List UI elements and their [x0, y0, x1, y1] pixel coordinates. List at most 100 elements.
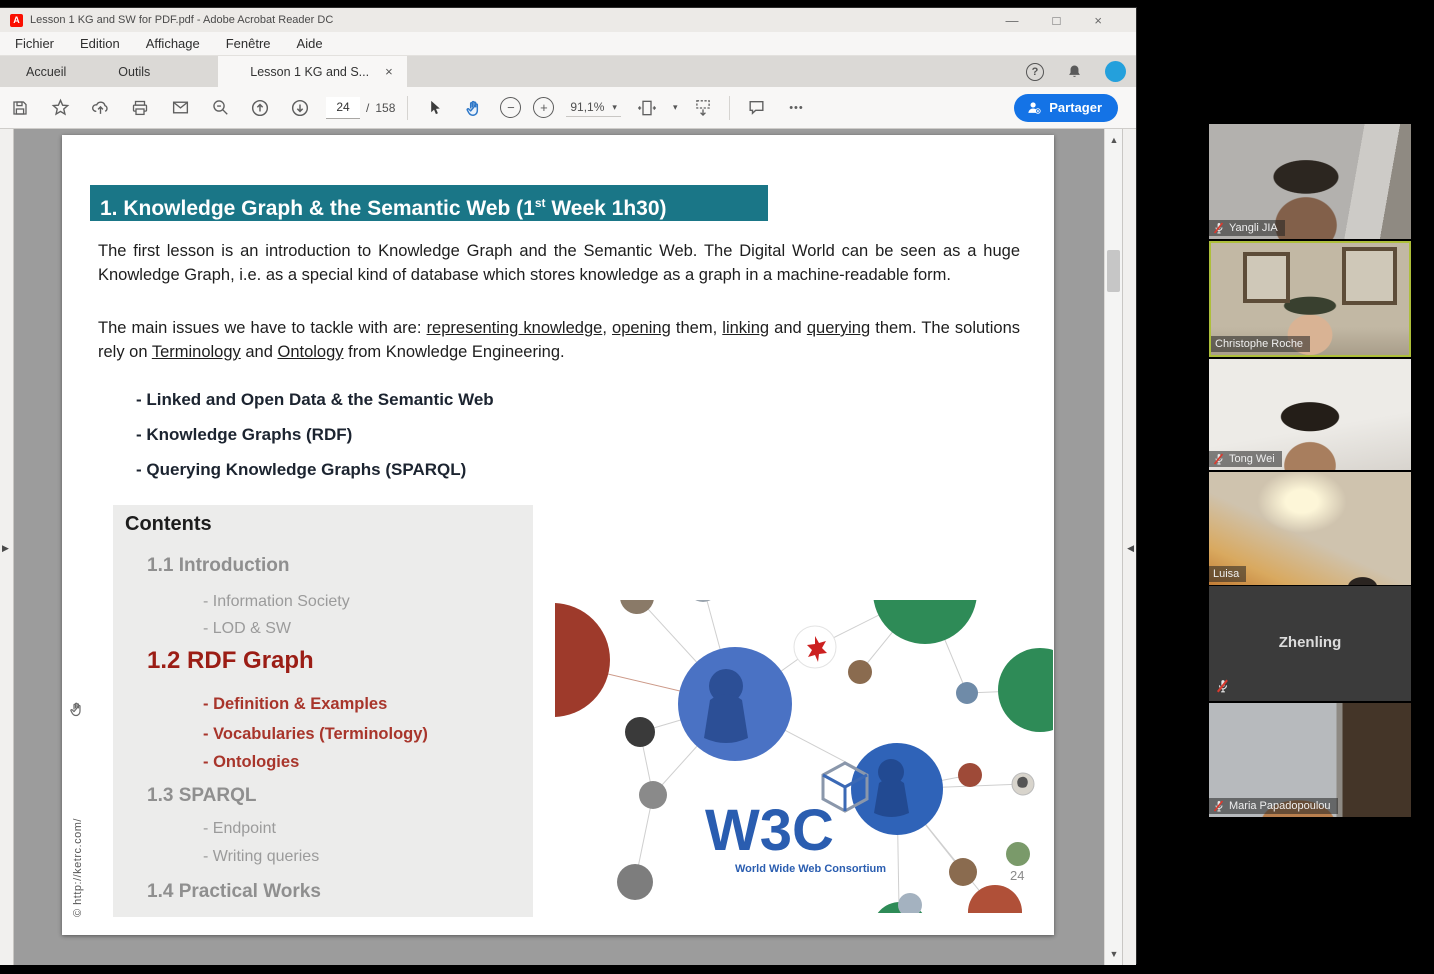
participant-name-label: Tong Wei	[1209, 451, 1282, 467]
copyright-note: © http://ketrc.com/	[72, 818, 84, 917]
chevron-down-icon: ▾	[612, 102, 617, 113]
zoom-level-control[interactable]: 91,1% ▾	[566, 98, 621, 117]
tab-document[interactable]: Lesson 1 KG and S... ×	[218, 56, 406, 87]
zoom-in-icon[interactable]: +	[533, 97, 554, 118]
toolbar-separator	[729, 96, 730, 120]
participant-name: Maria Papadopoulou	[1229, 800, 1331, 812]
w3c-tagline: World Wide Web Consortium	[735, 863, 886, 875]
shared-screen: A Lesson 1 KG and SW for PDF.pdf - Adobe…	[0, 0, 1434, 974]
mic-muted-icon	[1216, 679, 1230, 693]
contents-section-heading: 1.3 SPARQL	[147, 785, 256, 807]
contents-panel: Contents 1.1 Introduction - Information …	[113, 505, 533, 917]
expand-panel-icon[interactable]: ▶	[2, 543, 9, 554]
more-tools-icon[interactable]: •••	[782, 94, 810, 122]
bullet-item: - Linked and Open Data & the Semantic We…	[136, 382, 494, 417]
tab-close-icon[interactable]: ×	[385, 64, 393, 79]
participant-name: Christophe Roche	[1215, 338, 1303, 350]
participant-tile[interactable]: Luisa	[1209, 472, 1411, 585]
tab-outils[interactable]: Outils	[92, 56, 176, 87]
chevron-down-icon[interactable]: ▾	[673, 102, 678, 113]
vertical-scrollbar[interactable]: ▲ ▼	[1104, 129, 1123, 965]
fit-width-icon[interactable]	[633, 94, 661, 122]
email-icon[interactable]	[166, 94, 194, 122]
participant-name: Tong Wei	[1229, 453, 1275, 465]
picture-frame	[1243, 252, 1291, 303]
menu-affichage[interactable]: Affichage	[146, 36, 200, 51]
topic-bullets: - Linked and Open Data & the Semantic We…	[136, 382, 494, 487]
picture-frame	[1342, 247, 1398, 304]
scrollbar-thumb[interactable]	[1107, 250, 1120, 292]
contents-title: Contents	[125, 513, 212, 536]
title-bar: A Lesson 1 KG and SW for PDF.pdf - Adobe…	[0, 8, 1136, 32]
contents-section-heading: 1.1 Introduction	[147, 555, 290, 577]
menu-bar: Fichier Edition Affichage Fenêtre Aide	[0, 32, 1136, 56]
issues-paragraph: The main issues we have to tackle with a…	[98, 317, 1020, 364]
account-avatar[interactable]	[1105, 61, 1126, 82]
acrobat-window: A Lesson 1 KG and SW for PDF.pdf - Adobe…	[0, 8, 1136, 963]
mic-muted-icon	[1213, 453, 1225, 465]
previous-page-icon[interactable]	[246, 94, 274, 122]
maximize-button[interactable]: □	[1053, 13, 1061, 28]
page-divider: /	[366, 101, 369, 115]
zoom-out-icon[interactable]: −	[500, 97, 521, 118]
hand-cursor-icon	[68, 700, 86, 718]
zoom-level-value: 91,1%	[570, 100, 604, 114]
bell-icon[interactable]	[1066, 63, 1083, 80]
close-button[interactable]: ×	[1094, 13, 1102, 28]
mic-muted-icon	[1213, 222, 1225, 234]
contents-item: - Information Society	[203, 593, 350, 611]
participant-tile-active-speaker[interactable]: Christophe Roche	[1209, 241, 1411, 357]
slide-title-text: 1. Knowledge Graph & the Semantic Web (1	[100, 197, 535, 220]
contents-item: - Endpoint	[203, 820, 276, 838]
tab-document-label: Lesson 1 KG and S...	[250, 65, 369, 79]
save-icon[interactable]	[6, 94, 34, 122]
participant-name: Luisa	[1213, 568, 1239, 580]
pdf-page: 1. Knowledge Graph & the Semantic Web (1…	[62, 135, 1054, 935]
help-icon[interactable]: ?	[1026, 63, 1044, 81]
scroll-down-icon[interactable]: ▼	[1105, 949, 1123, 959]
bullet-item: - Querying Knowledge Graphs (SPARQL)	[136, 452, 494, 487]
tab-accueil[interactable]: Accueil	[0, 56, 92, 87]
page-scrolling-icon[interactable]	[689, 94, 717, 122]
participant-tile-video-off[interactable]: Zhenling	[1209, 586, 1411, 701]
toolbar: / 158 − + 91,1% ▾ ▾	[0, 87, 1136, 129]
cloud-upload-icon[interactable]	[86, 94, 114, 122]
acrobat-app-icon: A	[10, 14, 23, 27]
slide-title-sup: st	[535, 196, 546, 210]
participant-tile[interactable]: Tong Wei	[1209, 359, 1411, 470]
participant-name-label: Luisa	[1209, 566, 1246, 582]
contents-item: - Ontologies	[203, 753, 299, 772]
comment-icon[interactable]	[742, 94, 770, 122]
collapse-panel-icon[interactable]: ◀	[1127, 543, 1134, 554]
slide-title: 1. Knowledge Graph & the Semantic Web (1…	[90, 185, 768, 221]
toolbar-separator	[407, 96, 408, 120]
participant-name: Zhenling	[1209, 634, 1411, 651]
mic-muted-icon	[1213, 800, 1225, 812]
contents-item: - Vocabularies (Terminology)	[203, 725, 428, 744]
w3c-network-illustration: W3C World Wide Web Consortium 24	[555, 600, 1053, 913]
minimize-button[interactable]: —	[1006, 13, 1019, 28]
star-icon[interactable]	[46, 94, 74, 122]
document-area: ▶ 1. Knowledge Graph & the Semantic Web …	[0, 129, 1136, 965]
next-page-icon[interactable]	[286, 94, 314, 122]
page-number-input[interactable]	[326, 97, 360, 119]
contents-item: - Definition & Examples	[203, 695, 387, 714]
share-button[interactable]: Partager	[1014, 94, 1118, 122]
menu-fenetre[interactable]: Fenêtre	[226, 36, 271, 51]
menu-aide[interactable]: Aide	[297, 36, 323, 51]
page-total: 158	[375, 101, 395, 115]
select-tool-icon[interactable]	[420, 94, 448, 122]
search-zoom-icon[interactable]	[206, 94, 234, 122]
window-title: Lesson 1 KG and SW for PDF.pdf - Adobe A…	[30, 14, 333, 26]
menu-edition[interactable]: Edition	[80, 36, 120, 51]
slide-page-number: 24	[1010, 868, 1024, 883]
intro-paragraph: The first lesson is an introduction to K…	[98, 240, 1020, 287]
scroll-up-icon[interactable]: ▲	[1105, 135, 1123, 145]
participant-tile[interactable]: Yangli JIA	[1209, 124, 1411, 239]
bullet-item: - Knowledge Graphs (RDF)	[136, 417, 494, 452]
print-icon[interactable]	[126, 94, 154, 122]
participant-tile[interactable]: Maria Papadopoulou	[1209, 703, 1411, 817]
menu-fichier[interactable]: Fichier	[15, 36, 54, 51]
hand-tool-icon[interactable]	[460, 94, 488, 122]
slide-title-text2: Week 1h30)	[546, 197, 667, 220]
